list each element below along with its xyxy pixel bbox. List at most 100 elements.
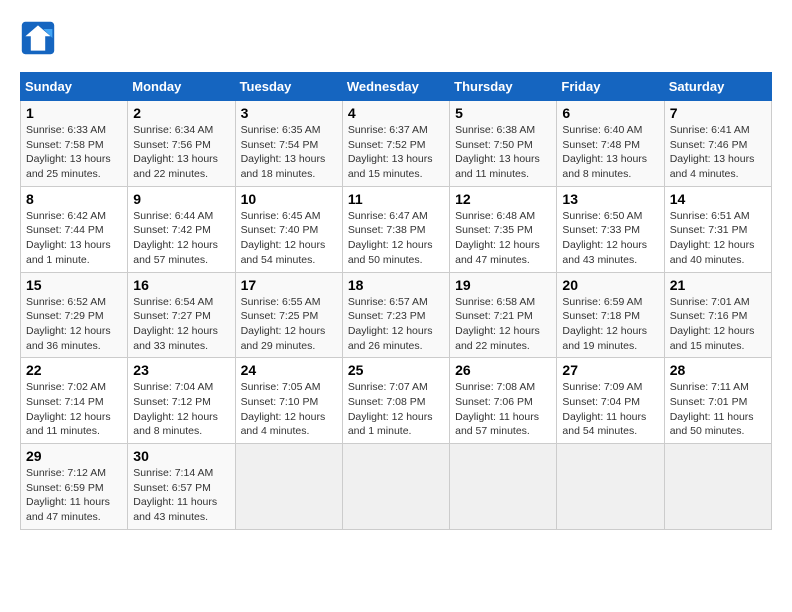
- calendar-cell: 30 Sunrise: 7:14 AMSunset: 6:57 PMDaylig…: [128, 444, 235, 530]
- calendar-cell: 7 Sunrise: 6:41 AMSunset: 7:46 PMDayligh…: [664, 101, 771, 187]
- calendar-cell: 11 Sunrise: 6:47 AMSunset: 7:38 PMDaylig…: [342, 186, 449, 272]
- calendar-cell: 26 Sunrise: 7:08 AMSunset: 7:06 PMDaylig…: [450, 358, 557, 444]
- calendar-cell: 9 Sunrise: 6:44 AMSunset: 7:42 PMDayligh…: [128, 186, 235, 272]
- day-detail: Sunrise: 7:05 AMSunset: 7:10 PMDaylight:…: [241, 381, 326, 437]
- day-number: 14: [670, 191, 766, 207]
- day-number: 17: [241, 277, 337, 293]
- calendar-cell: 12 Sunrise: 6:48 AMSunset: 7:35 PMDaylig…: [450, 186, 557, 272]
- day-detail: Sunrise: 6:58 AMSunset: 7:21 PMDaylight:…: [455, 296, 540, 352]
- day-detail: Sunrise: 6:45 AMSunset: 7:40 PMDaylight:…: [241, 210, 326, 266]
- calendar-week-row: 1 Sunrise: 6:33 AMSunset: 7:58 PMDayligh…: [21, 101, 772, 187]
- calendar-week-row: 15 Sunrise: 6:52 AMSunset: 7:29 PMDaylig…: [21, 272, 772, 358]
- day-number: 12: [455, 191, 551, 207]
- day-number: 3: [241, 105, 337, 121]
- calendar-cell: 24 Sunrise: 7:05 AMSunset: 7:10 PMDaylig…: [235, 358, 342, 444]
- day-number: 7: [670, 105, 766, 121]
- day-detail: Sunrise: 6:40 AMSunset: 7:48 PMDaylight:…: [562, 124, 647, 180]
- calendar-cell: 3 Sunrise: 6:35 AMSunset: 7:54 PMDayligh…: [235, 101, 342, 187]
- calendar-week-row: 22 Sunrise: 7:02 AMSunset: 7:14 PMDaylig…: [21, 358, 772, 444]
- day-detail: Sunrise: 7:09 AMSunset: 7:04 PMDaylight:…: [562, 381, 646, 437]
- day-number: 30: [133, 448, 229, 464]
- logo: [20, 20, 60, 56]
- day-detail: Sunrise: 6:51 AMSunset: 7:31 PMDaylight:…: [670, 210, 755, 266]
- calendar-cell: 16 Sunrise: 6:54 AMSunset: 7:27 PMDaylig…: [128, 272, 235, 358]
- day-number: 13: [562, 191, 658, 207]
- calendar-cell: 8 Sunrise: 6:42 AMSunset: 7:44 PMDayligh…: [21, 186, 128, 272]
- calendar-cell: [450, 444, 557, 530]
- day-number: 28: [670, 362, 766, 378]
- day-number: 15: [26, 277, 122, 293]
- day-detail: Sunrise: 6:41 AMSunset: 7:46 PMDaylight:…: [670, 124, 755, 180]
- col-header-sunday: Sunday: [21, 73, 128, 101]
- col-header-tuesday: Tuesday: [235, 73, 342, 101]
- day-detail: Sunrise: 6:59 AMSunset: 7:18 PMDaylight:…: [562, 296, 647, 352]
- calendar-cell: 10 Sunrise: 6:45 AMSunset: 7:40 PMDaylig…: [235, 186, 342, 272]
- day-detail: Sunrise: 7:04 AMSunset: 7:12 PMDaylight:…: [133, 381, 218, 437]
- day-number: 26: [455, 362, 551, 378]
- day-detail: Sunrise: 6:47 AMSunset: 7:38 PMDaylight:…: [348, 210, 433, 266]
- day-detail: Sunrise: 6:57 AMSunset: 7:23 PMDaylight:…: [348, 296, 433, 352]
- day-detail: Sunrise: 7:07 AMSunset: 7:08 PMDaylight:…: [348, 381, 433, 437]
- calendar-header-row: SundayMondayTuesdayWednesdayThursdayFrid…: [21, 73, 772, 101]
- calendar-cell: 28 Sunrise: 7:11 AMSunset: 7:01 PMDaylig…: [664, 358, 771, 444]
- calendar-cell: 5 Sunrise: 6:38 AMSunset: 7:50 PMDayligh…: [450, 101, 557, 187]
- day-detail: Sunrise: 7:02 AMSunset: 7:14 PMDaylight:…: [26, 381, 111, 437]
- day-number: 22: [26, 362, 122, 378]
- day-number: 9: [133, 191, 229, 207]
- day-number: 20: [562, 277, 658, 293]
- col-header-thursday: Thursday: [450, 73, 557, 101]
- day-number: 29: [26, 448, 122, 464]
- page-header: [20, 20, 772, 56]
- day-detail: Sunrise: 7:14 AMSunset: 6:57 PMDaylight:…: [133, 467, 217, 523]
- day-detail: Sunrise: 6:54 AMSunset: 7:27 PMDaylight:…: [133, 296, 218, 352]
- calendar-cell: 22 Sunrise: 7:02 AMSunset: 7:14 PMDaylig…: [21, 358, 128, 444]
- calendar-cell: [235, 444, 342, 530]
- day-number: 8: [26, 191, 122, 207]
- day-detail: Sunrise: 6:48 AMSunset: 7:35 PMDaylight:…: [455, 210, 540, 266]
- calendar-cell: 27 Sunrise: 7:09 AMSunset: 7:04 PMDaylig…: [557, 358, 664, 444]
- day-number: 6: [562, 105, 658, 121]
- calendar-cell: [664, 444, 771, 530]
- col-header-monday: Monday: [128, 73, 235, 101]
- day-number: 2: [133, 105, 229, 121]
- day-detail: Sunrise: 7:08 AMSunset: 7:06 PMDaylight:…: [455, 381, 539, 437]
- col-header-wednesday: Wednesday: [342, 73, 449, 101]
- day-number: 16: [133, 277, 229, 293]
- calendar-cell: 20 Sunrise: 6:59 AMSunset: 7:18 PMDaylig…: [557, 272, 664, 358]
- calendar-cell: 2 Sunrise: 6:34 AMSunset: 7:56 PMDayligh…: [128, 101, 235, 187]
- day-detail: Sunrise: 6:35 AMSunset: 7:54 PMDaylight:…: [241, 124, 326, 180]
- day-detail: Sunrise: 6:34 AMSunset: 7:56 PMDaylight:…: [133, 124, 218, 180]
- calendar-cell: 29 Sunrise: 7:12 AMSunset: 6:59 PMDaylig…: [21, 444, 128, 530]
- day-detail: Sunrise: 6:33 AMSunset: 7:58 PMDaylight:…: [26, 124, 111, 180]
- day-detail: Sunrise: 7:01 AMSunset: 7:16 PMDaylight:…: [670, 296, 755, 352]
- calendar-cell: 23 Sunrise: 7:04 AMSunset: 7:12 PMDaylig…: [128, 358, 235, 444]
- day-detail: Sunrise: 6:42 AMSunset: 7:44 PMDaylight:…: [26, 210, 111, 266]
- day-detail: Sunrise: 6:52 AMSunset: 7:29 PMDaylight:…: [26, 296, 111, 352]
- day-number: 21: [670, 277, 766, 293]
- calendar-cell: 18 Sunrise: 6:57 AMSunset: 7:23 PMDaylig…: [342, 272, 449, 358]
- day-number: 25: [348, 362, 444, 378]
- calendar-cell: 1 Sunrise: 6:33 AMSunset: 7:58 PMDayligh…: [21, 101, 128, 187]
- day-number: 4: [348, 105, 444, 121]
- calendar-cell: [557, 444, 664, 530]
- day-detail: Sunrise: 7:12 AMSunset: 6:59 PMDaylight:…: [26, 467, 110, 523]
- calendar-week-row: 8 Sunrise: 6:42 AMSunset: 7:44 PMDayligh…: [21, 186, 772, 272]
- day-detail: Sunrise: 6:50 AMSunset: 7:33 PMDaylight:…: [562, 210, 647, 266]
- logo-icon: [20, 20, 56, 56]
- day-number: 1: [26, 105, 122, 121]
- day-number: 24: [241, 362, 337, 378]
- calendar-cell: 14 Sunrise: 6:51 AMSunset: 7:31 PMDaylig…: [664, 186, 771, 272]
- calendar-cell: 21 Sunrise: 7:01 AMSunset: 7:16 PMDaylig…: [664, 272, 771, 358]
- calendar-cell: 15 Sunrise: 6:52 AMSunset: 7:29 PMDaylig…: [21, 272, 128, 358]
- calendar-cell: 19 Sunrise: 6:58 AMSunset: 7:21 PMDaylig…: [450, 272, 557, 358]
- day-number: 23: [133, 362, 229, 378]
- calendar-cell: 17 Sunrise: 6:55 AMSunset: 7:25 PMDaylig…: [235, 272, 342, 358]
- calendar-cell: 6 Sunrise: 6:40 AMSunset: 7:48 PMDayligh…: [557, 101, 664, 187]
- day-detail: Sunrise: 6:38 AMSunset: 7:50 PMDaylight:…: [455, 124, 540, 180]
- col-header-friday: Friday: [557, 73, 664, 101]
- calendar-cell: 25 Sunrise: 7:07 AMSunset: 7:08 PMDaylig…: [342, 358, 449, 444]
- day-number: 27: [562, 362, 658, 378]
- col-header-saturday: Saturday: [664, 73, 771, 101]
- day-detail: Sunrise: 7:11 AMSunset: 7:01 PMDaylight:…: [670, 381, 754, 437]
- calendar-cell: 13 Sunrise: 6:50 AMSunset: 7:33 PMDaylig…: [557, 186, 664, 272]
